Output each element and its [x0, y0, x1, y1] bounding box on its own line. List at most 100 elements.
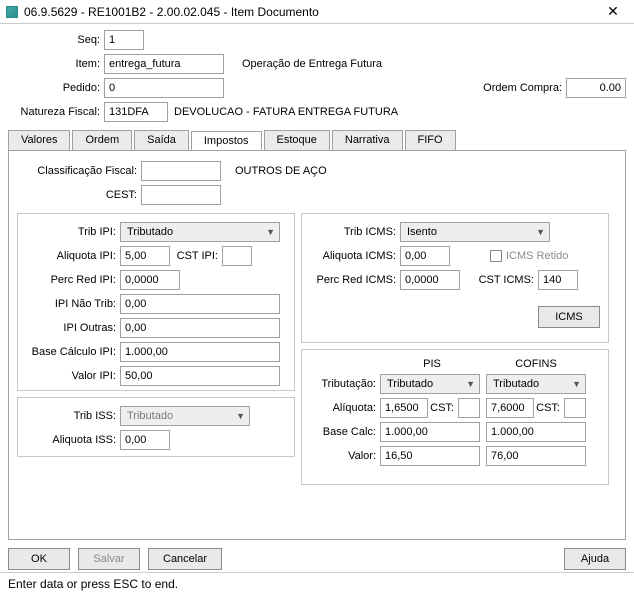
cofins-head: COFINS: [484, 358, 588, 370]
iss-group: Trib ISS: Tributado ▼ Aliquota ISS:: [17, 397, 295, 457]
tabpanel-impostos: Classificação Fiscal: OUTROS DE AÇO CEST…: [8, 150, 626, 540]
aliq-ipi-label: Aliquota IPI:: [26, 250, 120, 262]
cst-ipi-label: CST IPI:: [170, 250, 222, 262]
status-text: Enter data or press ESC to end.: [8, 577, 178, 591]
trib-icms-label: Trib ICMS:: [310, 226, 400, 238]
pis-aliq-field[interactable]: [380, 398, 428, 418]
tab-saida[interactable]: Saída: [134, 130, 189, 150]
valor-ipi-label: Valor IPI:: [26, 370, 120, 382]
title-bar: 06.9.5629 - RE1001B2 - 2.00.02.045 - Ite…: [0, 0, 634, 24]
item-desc: Operação de Entrega Futura: [236, 58, 382, 70]
salvar-button[interactable]: Salvar: [78, 548, 140, 570]
ok-button[interactable]: OK: [8, 548, 70, 570]
perc-red-icms-field[interactable]: [400, 270, 460, 290]
trib-ipi-select[interactable]: Tributado ▼: [120, 222, 280, 242]
trib-iss-value: Tributado: [127, 410, 173, 422]
chevron-down-icon: ▼: [572, 379, 581, 389]
pc-valor-label: Valor:: [310, 450, 380, 462]
trib-icms-select[interactable]: Isento ▼: [400, 222, 550, 242]
icms-button[interactable]: ICMS: [538, 306, 600, 328]
aliq-icms-field[interactable]: [400, 246, 450, 266]
item-label: Item:: [8, 58, 104, 70]
cst-ipi-field[interactable]: [222, 246, 252, 266]
valor-ipi-field[interactable]: [120, 366, 280, 386]
trib-ipi-label: Trib IPI:: [26, 226, 120, 238]
cofins-aliq-field[interactable]: [486, 398, 534, 418]
class-fiscal-desc: OUTROS DE AÇO: [229, 165, 327, 177]
chevron-down-icon: ▼: [466, 379, 475, 389]
cest-field[interactable]: [141, 185, 221, 205]
status-bar: Enter data or press ESC to end.: [0, 572, 634, 597]
base-ipi-label: Base Cálculo IPI:: [26, 346, 120, 358]
cst-icms-field[interactable]: [538, 270, 578, 290]
pis-valor-field[interactable]: [380, 446, 480, 466]
item-field[interactable]: [104, 54, 224, 74]
ordem-compra-label: Ordem Compra:: [476, 82, 566, 94]
app-icon: [6, 6, 18, 18]
pis-trib-value: Tributado: [387, 378, 433, 390]
perc-red-ipi-label: Perc Red IPI:: [26, 274, 120, 286]
perc-red-ipi-field[interactable]: [120, 270, 180, 290]
ipi-outras-field[interactable]: [120, 318, 280, 338]
class-fiscal-label: Classificação Fiscal:: [21, 165, 141, 177]
natureza-desc: DEVOLUCAO - FATURA ENTREGA FUTURA: [168, 106, 398, 118]
pc-aliquota-label: Alíquota:: [310, 402, 380, 414]
cofins-trib-value: Tributado: [493, 378, 539, 390]
pc-base-label: Base Calc:: [310, 426, 380, 438]
trib-icms-value: Isento: [407, 226, 437, 238]
aliq-icms-label: Aliquota ICMS:: [310, 250, 400, 262]
aliq-iss-field[interactable]: [120, 430, 170, 450]
seq-field[interactable]: [104, 30, 144, 50]
tab-ordem[interactable]: Ordem: [72, 130, 132, 150]
cofins-valor-field[interactable]: [486, 446, 586, 466]
ipi-nao-trib-label: IPI Não Trib:: [26, 298, 120, 310]
class-fiscal-field[interactable]: [141, 161, 221, 181]
pis-base-field[interactable]: [380, 422, 480, 442]
seq-label: Seq:: [8, 34, 104, 46]
tab-bar: Valores Ordem Saída Impostos Estoque Nar…: [8, 130, 626, 150]
pedido-field[interactable]: [104, 78, 224, 98]
ordem-compra-field[interactable]: [566, 78, 626, 98]
cofins-trib-select[interactable]: Tributado ▼: [486, 374, 586, 394]
cest-label: CEST:: [21, 189, 141, 201]
chevron-down-icon: ▼: [266, 227, 275, 237]
cancelar-button[interactable]: Cancelar: [148, 548, 222, 570]
base-ipi-field[interactable]: [120, 342, 280, 362]
cofins-cst-label: CST:: [534, 402, 564, 414]
cofins-cst-field[interactable]: [564, 398, 586, 418]
trib-ipi-value: Tributado: [127, 226, 173, 238]
icms-retido-checkbox[interactable]: [490, 250, 502, 262]
pedido-label: Pedido:: [8, 82, 104, 94]
ipi-nao-trib-field[interactable]: [120, 294, 280, 314]
trib-iss-select[interactable]: Tributado ▼: [120, 406, 250, 426]
aliq-iss-label: Aliquota ISS:: [26, 434, 120, 446]
piscofins-group: PIS COFINS Tributação: Tributado ▼ Tribu…: [301, 349, 609, 485]
tab-impostos[interactable]: Impostos: [191, 131, 262, 151]
ajuda-button[interactable]: Ajuda: [564, 548, 626, 570]
natureza-field[interactable]: [104, 102, 168, 122]
tab-fifo[interactable]: FIFO: [405, 130, 456, 150]
tab-narrativa[interactable]: Narrativa: [332, 130, 403, 150]
window-title: 06.9.5629 - RE1001B2 - 2.00.02.045 - Ite…: [24, 5, 598, 19]
perc-red-icms-label: Perc Red ICMS:: [310, 274, 400, 286]
pis-trib-select[interactable]: Tributado ▼: [380, 374, 480, 394]
icms-group: Trib ICMS: Isento ▼ Aliquota ICMS: ICMS …: [301, 213, 609, 343]
tab-valores[interactable]: Valores: [8, 130, 70, 150]
pis-cst-label: CST:: [428, 402, 458, 414]
pis-cst-field[interactable]: [458, 398, 480, 418]
chevron-down-icon: ▼: [536, 227, 545, 237]
cofins-base-field[interactable]: [486, 422, 586, 442]
ipi-outras-label: IPI Outras:: [26, 322, 120, 334]
icms-retido-label: ICMS Retido: [506, 250, 568, 262]
aliq-ipi-field[interactable]: [120, 246, 170, 266]
close-icon[interactable]: ✕: [598, 3, 628, 20]
footer-buttons: OK Salvar Cancelar Ajuda: [0, 544, 634, 572]
tab-estoque[interactable]: Estoque: [264, 130, 330, 150]
chevron-down-icon: ▼: [236, 411, 245, 421]
trib-iss-label: Trib ISS:: [26, 410, 120, 422]
natureza-label: Natureza Fiscal:: [8, 106, 104, 118]
tributacao-label: Tributação:: [310, 378, 380, 390]
pis-head: PIS: [380, 358, 484, 370]
cst-icms-label: CST ICMS:: [460, 274, 538, 286]
ipi-group: Trib IPI: Tributado ▼ Aliquota IPI: CST …: [17, 213, 295, 391]
